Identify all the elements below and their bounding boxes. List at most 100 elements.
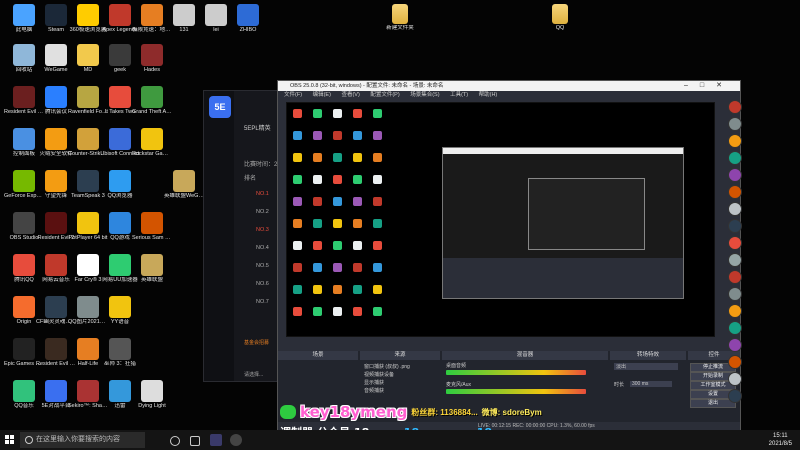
- desktop-icon[interactable]: 新建文件夹: [380, 4, 420, 31]
- captured-desktop-icon: [293, 241, 302, 250]
- app-icon: [77, 338, 99, 360]
- app-icon: [77, 44, 99, 66]
- app-icon: [13, 338, 35, 360]
- app-icon: [109, 86, 131, 108]
- obs-window[interactable]: OBS 25.0.8 (32-bit, windows) - 配置文件: 未命名…: [277, 80, 741, 432]
- menu-view[interactable]: 查看(V): [341, 92, 359, 98]
- viewer-avatar[interactable]: [728, 355, 742, 369]
- desktop-icon-label: Serious Sam HD The Fir...: [132, 235, 172, 241]
- desktop-icon-label: Dying Light: [138, 403, 166, 409]
- desktop-icon[interactable]: YY语音: [100, 296, 140, 325]
- desktop-icon[interactable]: Grand Theft Auto V: [132, 86, 172, 115]
- obs-titlebar[interactable]: OBS 25.0.8 (32-bit, windows) - 配置文件: 未命名…: [278, 81, 740, 91]
- captured-desktop-icon: [293, 197, 302, 206]
- cortana-icon[interactable]: [170, 436, 180, 446]
- desktop-icon-label: 新建文件夹: [386, 25, 414, 31]
- captured-desktop-icon: [353, 241, 362, 250]
- 5e-select[interactable]: 请选择...: [244, 371, 263, 378]
- menu-file[interactable]: 文件(F): [284, 92, 302, 98]
- search-icon: [25, 436, 33, 444]
- transition-select[interactable]: 淡出: [614, 363, 678, 370]
- captured-desktop-icon: [333, 109, 342, 118]
- 5e-logo: 5E: [209, 96, 231, 118]
- 5e-rank-5: NO.5: [256, 263, 269, 269]
- viewer-avatar[interactable]: [728, 134, 742, 148]
- viewer-avatar[interactable]: [728, 287, 742, 301]
- desktop-icon[interactable]: 巫师 3：狂猎: [100, 338, 140, 367]
- desktop-icon[interactable]: Serious Sam HD The Fir...: [132, 212, 172, 241]
- app-icon: [13, 4, 35, 26]
- tray-date: 2021/8/5: [768, 441, 792, 447]
- viewer-avatar[interactable]: [728, 151, 742, 165]
- app-icon: [141, 86, 163, 108]
- viewer-avatar[interactable]: [728, 117, 742, 131]
- menu-edit[interactable]: 编辑(E): [313, 92, 331, 98]
- desktop-icon[interactable]: Rockstar Games...: [132, 128, 172, 157]
- obs-taskbar-icon[interactable]: [230, 434, 242, 446]
- menu-profile[interactable]: 配置文件(P): [370, 92, 399, 98]
- duration-label: 时长: [614, 382, 625, 388]
- menu-tools[interactable]: 工具(T): [450, 92, 468, 98]
- viewer-avatar[interactable]: [728, 219, 742, 233]
- viewer-avatar[interactable]: [728, 270, 742, 284]
- app-icon: [141, 380, 163, 402]
- app-icon: [109, 212, 131, 234]
- app-icon: [45, 4, 67, 26]
- viewer-avatar[interactable]: [728, 389, 742, 403]
- captured-desktop-icon: [293, 175, 302, 184]
- menu-help[interactable]: 帮助(H): [479, 92, 498, 98]
- tray-clock[interactable]: 15:11 2021/8/5: [769, 432, 792, 448]
- app-icon: [45, 212, 67, 234]
- viewer-avatar[interactable]: [728, 236, 742, 250]
- viewer-avatar[interactable]: [728, 338, 742, 352]
- mixer-desktop-meter[interactable]: [446, 370, 586, 375]
- app-icon: [173, 4, 195, 26]
- duration-input[interactable]: 300 ms: [630, 381, 672, 387]
- 5e-tab[interactable]: 5EPL精英: [244, 123, 271, 132]
- desktop-icon[interactable]: 英雄联盟: [132, 254, 172, 283]
- viewer-avatar[interactable]: [728, 321, 742, 335]
- desktop-icon[interactable]: ZHIBO: [228, 4, 268, 33]
- app-icon: [45, 86, 67, 108]
- desktop-icon[interactable]: QQ: [540, 4, 580, 31]
- viewer-avatar[interactable]: [728, 202, 742, 216]
- captured-desktop-icon: [373, 263, 382, 272]
- viewer-avatar[interactable]: [728, 185, 742, 199]
- viewer-avatar[interactable]: [728, 304, 742, 318]
- obs-menubar: 文件(F) 编辑(E) 查看(V) 配置文件(P) 场景集合(S) 工具(T) …: [278, 91, 740, 100]
- task-view-icon[interactable]: [190, 436, 200, 446]
- viewer-avatar[interactable]: [728, 372, 742, 386]
- app-icon: [173, 170, 195, 192]
- desktop-icon[interactable]: Hades: [132, 44, 172, 73]
- viewer-avatar[interactable]: [728, 168, 742, 182]
- overlay-qq-tag: 粉丝群: 1136884...: [411, 407, 478, 417]
- captured-desktop-icon: [333, 307, 342, 316]
- source-item[interactable]: 视频捕获设备: [364, 371, 394, 378]
- captured-desktop-icon: [373, 109, 382, 118]
- desktop-icon[interactable]: 英雄联盟WeGame版: [164, 170, 204, 199]
- 5e-taskbar-icon[interactable]: [210, 434, 222, 446]
- desktop-icon[interactable]: QQ浏览器: [100, 170, 140, 199]
- source-item[interactable]: 窗口捕获 (叔叔) .png: [364, 363, 410, 370]
- app-icon: [205, 4, 227, 26]
- captured-desktop-icon: [313, 109, 322, 118]
- viewer-avatar[interactable]: [728, 253, 742, 267]
- captured-desktop-icon: [293, 153, 302, 162]
- dock-mixer-header: 混音器: [442, 351, 608, 360]
- captured-desktop-icon: [293, 307, 302, 316]
- taskbar: 在这里输入你要搜索的内容 15:11 2021/8/5: [0, 430, 800, 450]
- source-item[interactable]: 显示捕获: [364, 379, 384, 386]
- source-item[interactable]: 音频捕获: [364, 387, 384, 394]
- captured-desktop-icon: [313, 131, 322, 140]
- window-controls[interactable]: –□✕: [684, 81, 734, 91]
- app-icon: [109, 170, 131, 192]
- nested-docks: [443, 258, 683, 298]
- obs-preview[interactable]: [286, 102, 715, 337]
- windows-start-icon[interactable]: [5, 435, 15, 445]
- taskbar-search-box[interactable]: 在这里输入你要搜索的内容: [20, 432, 145, 448]
- viewer-avatar[interactable]: [728, 100, 742, 114]
- menu-scene-collection[interactable]: 场景集合(S): [410, 92, 439, 98]
- desktop-icon[interactable]: Dying Light: [132, 380, 172, 409]
- app-icon: [45, 254, 67, 276]
- mixer-mic-meter[interactable]: [446, 389, 586, 394]
